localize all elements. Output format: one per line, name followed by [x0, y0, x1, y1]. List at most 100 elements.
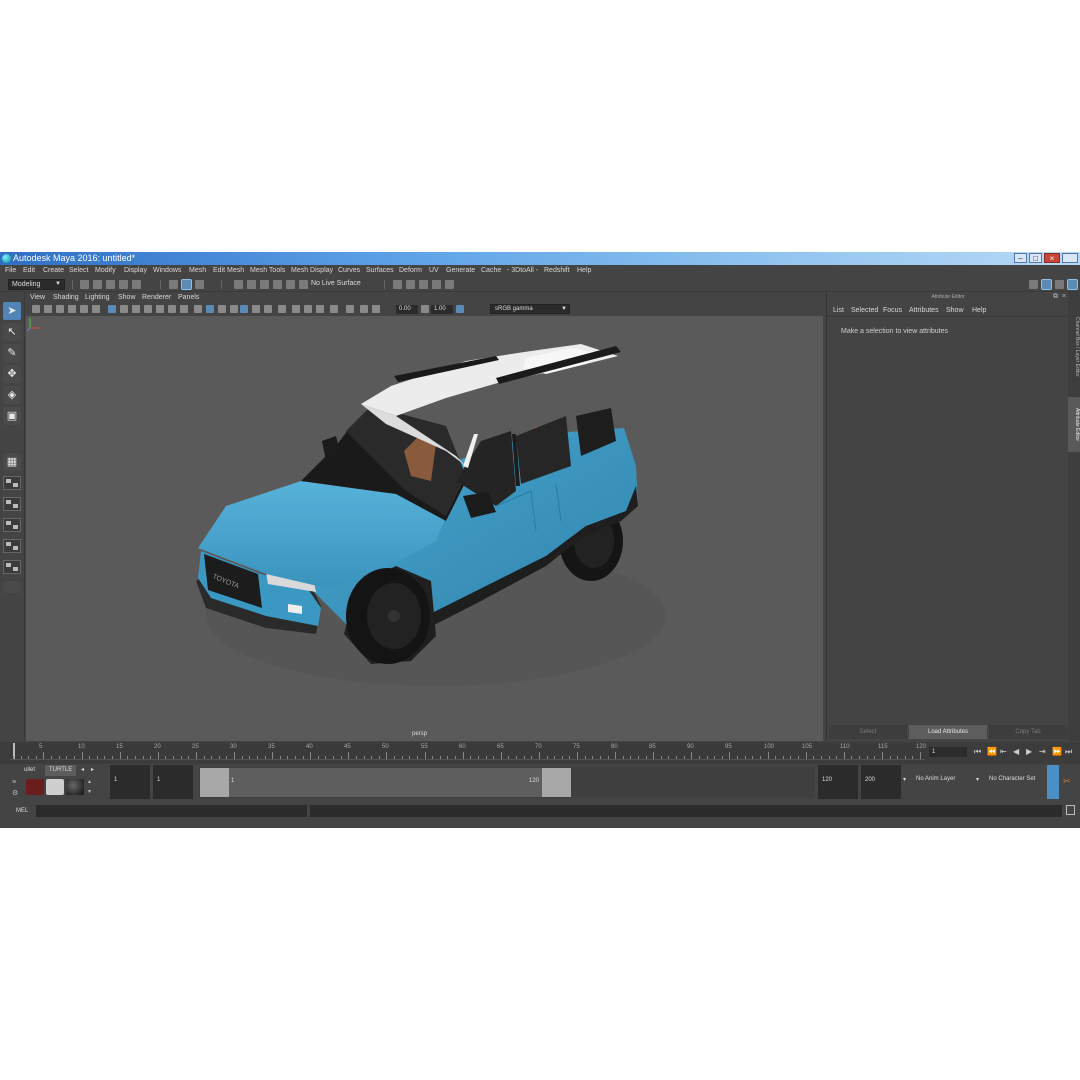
textured-icon[interactable] — [230, 305, 238, 313]
menu-curves[interactable]: Curves — [338, 267, 360, 274]
chevron-down-icon[interactable]: ▾ — [976, 776, 979, 783]
camera-icon[interactable] — [32, 305, 40, 313]
magnet-icon[interactable] — [299, 280, 308, 289]
open-scene-icon[interactable] — [93, 280, 102, 289]
menu-display[interactable]: Display — [124, 267, 147, 274]
viewport-menu-show[interactable]: Show — [118, 294, 136, 301]
exposure-icon[interactable] — [372, 305, 380, 313]
turtle-render-icon[interactable] — [26, 779, 44, 795]
turtle-surface-icon[interactable] — [66, 779, 84, 795]
viewport-menu-renderer[interactable]: Renderer — [142, 294, 171, 301]
xray-joints-icon[interactable] — [346, 305, 354, 313]
camera-attributes-icon[interactable] — [44, 305, 52, 313]
play-forwards-icon[interactable]: ▶ — [1026, 747, 1032, 756]
menu-deform[interactable]: Deform — [399, 267, 422, 274]
viewport-menu-lighting[interactable]: Lighting — [85, 294, 110, 301]
animation-start-field[interactable]: 1 — [110, 765, 150, 799]
menu-windows[interactable]: Windows — [153, 267, 181, 274]
shelf-tab-turtle[interactable]: TURTLE — [45, 765, 77, 776]
resolution-gate-icon[interactable] — [132, 305, 140, 313]
select-tool[interactable]: ➤ — [3, 302, 21, 320]
grease-pencil-icon[interactable] — [92, 305, 100, 313]
float-panel-icon[interactable]: ⧉ — [1053, 293, 1058, 301]
chevron-down-icon[interactable]: ▾ — [903, 776, 906, 783]
gate-mask-icon[interactable] — [144, 305, 152, 313]
menu-select[interactable]: Select — [69, 267, 88, 274]
render-settings-icon[interactable] — [419, 280, 428, 289]
menu-3dtoall[interactable]: - 3DtoAll - — [507, 267, 538, 274]
ae-menu-selected[interactable]: Selected — [851, 307, 878, 314]
anti-aliasing-icon[interactable] — [292, 305, 300, 313]
motion-blur-icon[interactable] — [278, 305, 286, 313]
range-start-handle[interactable] — [200, 768, 229, 797]
hypershade-icon[interactable] — [432, 280, 441, 289]
bookmark-icon[interactable] — [56, 305, 64, 313]
safe-title-icon[interactable] — [180, 305, 188, 313]
time-slider[interactable]: 5 10 15 20 25 30 35 40 45 50 55 60 65 70 75 80 85 90 95 100… — [0, 742, 1080, 764]
close-panel-icon[interactable]: × — [1062, 293, 1066, 300]
minimize-button[interactable]: – — [1014, 253, 1027, 263]
isolate-select-icon[interactable] — [316, 305, 324, 313]
persp-graph-layout-icon[interactable] — [3, 539, 21, 553]
smooth-shade-icon[interactable] — [206, 305, 214, 313]
redo-icon[interactable] — [132, 280, 141, 289]
menu-set-dropdown[interactable]: Modeling ▼ — [8, 279, 65, 290]
step-back-key-icon[interactable]: ⇤ — [1000, 747, 1007, 756]
menu-cache[interactable]: Cache — [481, 267, 501, 274]
menu-generate[interactable]: Generate — [446, 267, 475, 274]
script-language-label[interactable]: MEL — [16, 808, 28, 814]
step-forward-key-icon[interactable]: ⇥ — [1039, 747, 1046, 756]
undo-icon[interactable] — [119, 280, 128, 289]
select-hierarchy-icon[interactable] — [169, 280, 178, 289]
menu-help[interactable]: Help — [577, 267, 591, 274]
menu-surfaces[interactable]: Surfaces — [366, 267, 394, 274]
range-end-handle[interactable] — [542, 768, 571, 797]
safe-action-icon[interactable] — [168, 305, 176, 313]
ae-select-button[interactable]: Select — [829, 725, 907, 739]
menu-mesh-display[interactable]: Mesh Display — [291, 267, 333, 274]
snap-curve-icon[interactable] — [247, 280, 256, 289]
step-back-frame-icon[interactable]: ⏪ — [987, 747, 997, 756]
attribute-editor-tab[interactable]: Attribute Editor — [1068, 397, 1080, 452]
anim-layer-dropdown[interactable]: No Anim Layer — [916, 776, 955, 782]
hypershade-layout-icon[interactable] — [3, 560, 21, 574]
save-scene-icon[interactable] — [106, 280, 115, 289]
shelf-menu-icon[interactable]: ≡ — [12, 779, 16, 786]
shelf-tab-bullet[interactable]: ullet — [20, 765, 39, 776]
shelf-down-icon[interactable]: ▾ — [88, 788, 91, 795]
restore-icon[interactable] — [1062, 253, 1078, 263]
depth-of-field-icon[interactable] — [304, 305, 312, 313]
menu-mesh-tools[interactable]: Mesh Tools — [250, 267, 285, 274]
ae-menu-help[interactable]: Help — [972, 307, 986, 314]
play-backwards-icon[interactable]: ◀ — [1013, 747, 1019, 756]
paint-select-tool[interactable]: ✎ — [3, 344, 21, 362]
shelf-scroll-right-icon[interactable]: ▸ — [87, 765, 98, 776]
turtle-bake-icon[interactable] — [46, 779, 64, 795]
snap-point-icon[interactable] — [260, 280, 269, 289]
snap-grid-icon[interactable] — [234, 280, 243, 289]
gamma-field[interactable]: 1.00 — [431, 305, 453, 314]
ae-menu-list[interactable]: List — [833, 307, 844, 314]
ambient-occlusion-icon[interactable] — [264, 305, 272, 313]
viewport-menu-view[interactable]: View — [30, 294, 45, 301]
range-slider-track[interactable]: 1 120 — [199, 767, 815, 798]
maximize-button[interactable]: □ — [1029, 253, 1042, 263]
copy-tab-button[interactable]: Copy Tab — [989, 725, 1067, 739]
rotate-tool[interactable]: ◈ — [3, 386, 21, 404]
gamma-icon[interactable] — [421, 305, 429, 313]
exposure-field[interactable]: 0.00 — [396, 305, 418, 314]
snap-live-icon[interactable] — [286, 280, 295, 289]
menu-create[interactable]: Create — [43, 267, 64, 274]
time-slider-track[interactable]: 5 10 15 20 25 30 35 40 45 50 55 60 65 70 75 80 85 90 95 100… — [10, 743, 926, 760]
outliner-toggle[interactable] — [3, 581, 21, 593]
command-input[interactable] — [36, 805, 307, 817]
wireframe-icon[interactable] — [194, 305, 202, 313]
menu-mesh[interactable]: Mesh — [189, 267, 206, 274]
load-attributes-button[interactable]: Load Attributes — [909, 725, 987, 739]
snap-view-plane-icon[interactable] — [273, 280, 282, 289]
playback-end-field[interactable]: 120 — [818, 765, 858, 799]
wireframe-on-shaded-icon[interactable] — [218, 305, 226, 313]
menu-modify[interactable]: Modify — [95, 267, 116, 274]
xray-icon[interactable] — [330, 305, 338, 313]
animation-preferences-icon[interactable]: ✂ — [1063, 776, 1071, 787]
